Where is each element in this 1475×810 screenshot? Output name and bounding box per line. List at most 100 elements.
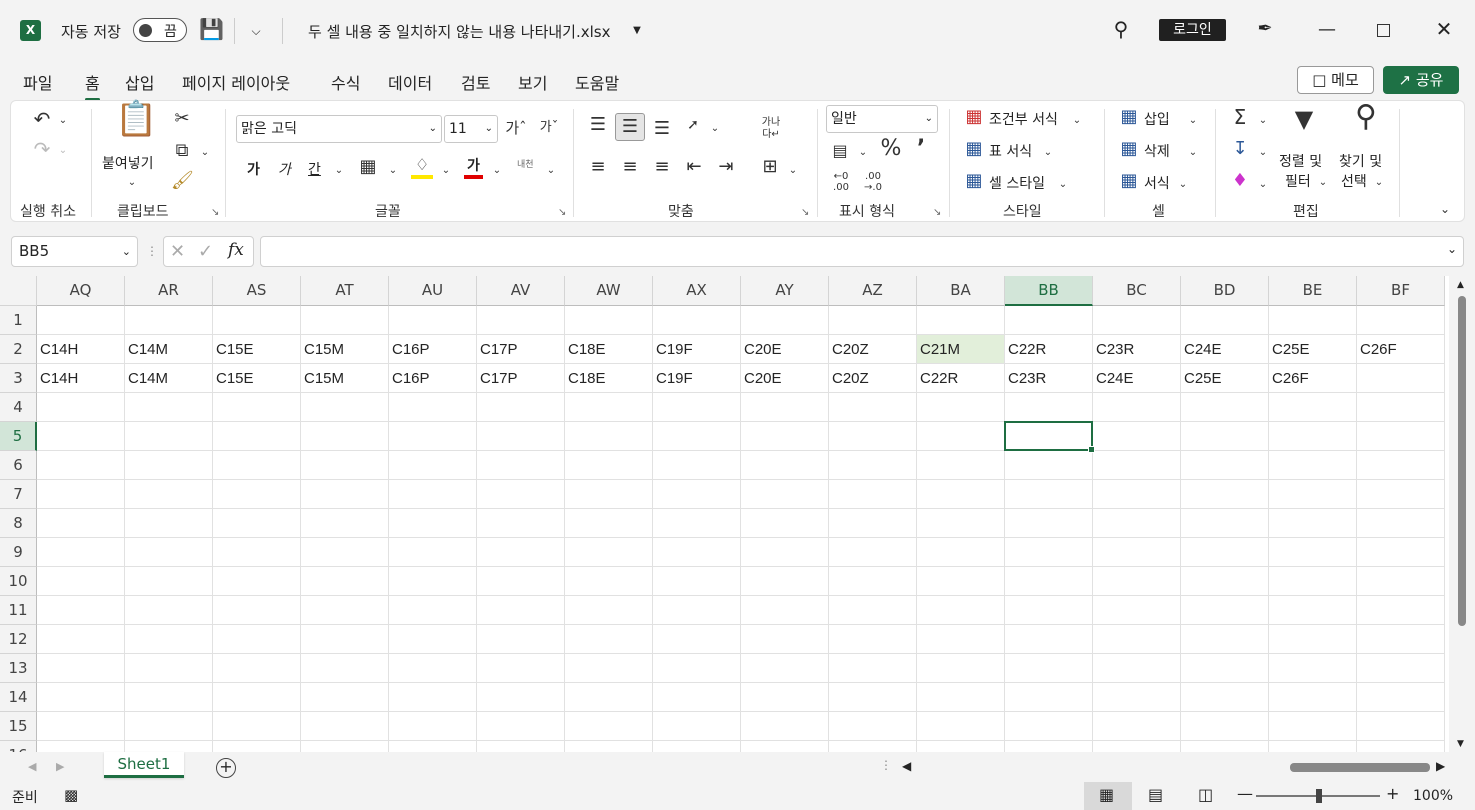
- cell-ax2[interactable]: C19F: [653, 335, 741, 364]
- wrap-text-icon[interactable]: 가나 다↵: [759, 117, 783, 141]
- cell-au16[interactable]: [389, 741, 477, 752]
- cell-as14[interactable]: [213, 683, 301, 712]
- row-header-10[interactable]: 10: [0, 567, 37, 596]
- phonetic-dropdown-icon[interactable]: ⌄: [545, 161, 557, 181]
- row-header-1[interactable]: 1: [0, 306, 37, 335]
- cell-ax15[interactable]: [653, 712, 741, 741]
- cell-aw13[interactable]: [565, 654, 653, 683]
- cell-av12[interactable]: [477, 625, 565, 654]
- cell-at15[interactable]: [301, 712, 389, 741]
- autosum-icon[interactable]: Σ: [1229, 107, 1251, 127]
- cell-ax1[interactable]: [653, 306, 741, 335]
- cell-aw14[interactable]: [565, 683, 653, 712]
- cell-ar1[interactable]: [125, 306, 213, 335]
- row-header-13[interactable]: 13: [0, 654, 37, 683]
- tab-view[interactable]: 보기: [518, 70, 547, 94]
- cell-bc9[interactable]: [1093, 538, 1181, 567]
- cell-as15[interactable]: [213, 712, 301, 741]
- cell-be12[interactable]: [1269, 625, 1357, 654]
- format-painter-icon[interactable]: 🖌: [171, 171, 194, 191]
- cell-as7[interactable]: [213, 480, 301, 509]
- cell-bf12[interactable]: [1357, 625, 1445, 654]
- cell-aq1[interactable]: [37, 306, 125, 335]
- cell-be16[interactable]: [1269, 741, 1357, 752]
- cell-au6[interactable]: [389, 451, 477, 480]
- cell-bb9[interactable]: [1005, 538, 1093, 567]
- cell-bb4[interactable]: [1005, 393, 1093, 422]
- cell-ar10[interactable]: [125, 567, 213, 596]
- cell-ay6[interactable]: [741, 451, 829, 480]
- cell-as6[interactable]: [213, 451, 301, 480]
- format-dropdown-icon[interactable]: ⌄: [1177, 175, 1189, 195]
- font-color-button[interactable]: 가: [464, 155, 483, 179]
- table-format-button[interactable]: 표 서식: [989, 141, 1032, 161]
- cell-be3[interactable]: C26F: [1269, 364, 1357, 393]
- clipboard-launcher-icon[interactable]: ↘: [211, 207, 219, 218]
- cell-be6[interactable]: [1269, 451, 1357, 480]
- column-header-bc[interactable]: BC: [1093, 276, 1181, 306]
- splitter-dots-icon[interactable]: ⋮: [146, 244, 158, 258]
- decrease-decimal-icon[interactable]: .00 →.0: [861, 171, 885, 193]
- cell-ay11[interactable]: [741, 596, 829, 625]
- cell-bf14[interactable]: [1357, 683, 1445, 712]
- cell-bf9[interactable]: [1357, 538, 1445, 567]
- cell-au10[interactable]: [389, 567, 477, 596]
- cell-ax16[interactable]: [653, 741, 741, 752]
- cell-be7[interactable]: [1269, 480, 1357, 509]
- cell-ba11[interactable]: [917, 596, 1005, 625]
- accessibility-icon[interactable]: ▩: [64, 786, 78, 804]
- cell-ba12[interactable]: [917, 625, 1005, 654]
- cell-bd7[interactable]: [1181, 480, 1269, 509]
- table-format-dropdown-icon[interactable]: ⌄: [1042, 143, 1054, 163]
- cell-bb8[interactable]: [1005, 509, 1093, 538]
- autosum-dropdown-icon[interactable]: ⌄: [1257, 111, 1269, 131]
- row-header-5[interactable]: 5: [0, 422, 37, 451]
- paste-label[interactable]: 붙여넣기: [102, 153, 154, 173]
- cell-ba8[interactable]: [917, 509, 1005, 538]
- redo-icon[interactable]: ↷: [31, 139, 53, 159]
- cell-ba15[interactable]: [917, 712, 1005, 741]
- cell-ay2[interactable]: C20E: [741, 335, 829, 364]
- cell-av9[interactable]: [477, 538, 565, 567]
- cell-aw12[interactable]: [565, 625, 653, 654]
- vertical-scroll-thumb[interactable]: [1458, 296, 1466, 626]
- format-cells-icon[interactable]: ▦: [1118, 171, 1140, 191]
- cell-aw2[interactable]: C18E: [565, 335, 653, 364]
- column-header-ba[interactable]: BA: [917, 276, 1005, 306]
- clear-icon[interactable]: ♦: [1229, 171, 1251, 191]
- cell-bc13[interactable]: [1093, 654, 1181, 683]
- cell-aq12[interactable]: [37, 625, 125, 654]
- cell-bc5[interactable]: [1093, 422, 1181, 451]
- cell-at9[interactable]: [301, 538, 389, 567]
- font-name-select[interactable]: 맑은 고딕 ⌄: [236, 115, 442, 143]
- cut-icon[interactable]: ✂: [171, 109, 193, 129]
- insert-cells-icon[interactable]: ▦: [1118, 107, 1140, 127]
- cell-ay12[interactable]: [741, 625, 829, 654]
- cell-aq13[interactable]: [37, 654, 125, 683]
- cell-au1[interactable]: [389, 306, 477, 335]
- cell-bd4[interactable]: [1181, 393, 1269, 422]
- cell-ax5[interactable]: [653, 422, 741, 451]
- cell-ar15[interactable]: [125, 712, 213, 741]
- tab-file[interactable]: 파일: [23, 70, 52, 94]
- cell-ba3[interactable]: C22R: [917, 364, 1005, 393]
- cell-as12[interactable]: [213, 625, 301, 654]
- cell-az6[interactable]: [829, 451, 917, 480]
- column-header-ay[interactable]: AY: [741, 276, 829, 306]
- cell-au7[interactable]: [389, 480, 477, 509]
- undo-icon[interactable]: ↶: [31, 109, 53, 129]
- cell-bb2[interactable]: C22R: [1005, 335, 1093, 364]
- cell-style-icon[interactable]: ▦: [963, 171, 985, 191]
- column-header-be[interactable]: BE: [1269, 276, 1357, 306]
- cell-ay3[interactable]: C20E: [741, 364, 829, 393]
- cell-az13[interactable]: [829, 654, 917, 683]
- orientation-dropdown-icon[interactable]: ⌄: [709, 119, 721, 139]
- cell-bf7[interactable]: [1357, 480, 1445, 509]
- cell-bd9[interactable]: [1181, 538, 1269, 567]
- cell-bd10[interactable]: [1181, 567, 1269, 596]
- cell-bb7[interactable]: [1005, 480, 1093, 509]
- cell-bd13[interactable]: [1181, 654, 1269, 683]
- cell-bc15[interactable]: [1093, 712, 1181, 741]
- zoom-out-icon[interactable]: —: [1237, 784, 1253, 803]
- scroll-down-icon[interactable]: ▼: [1457, 739, 1464, 749]
